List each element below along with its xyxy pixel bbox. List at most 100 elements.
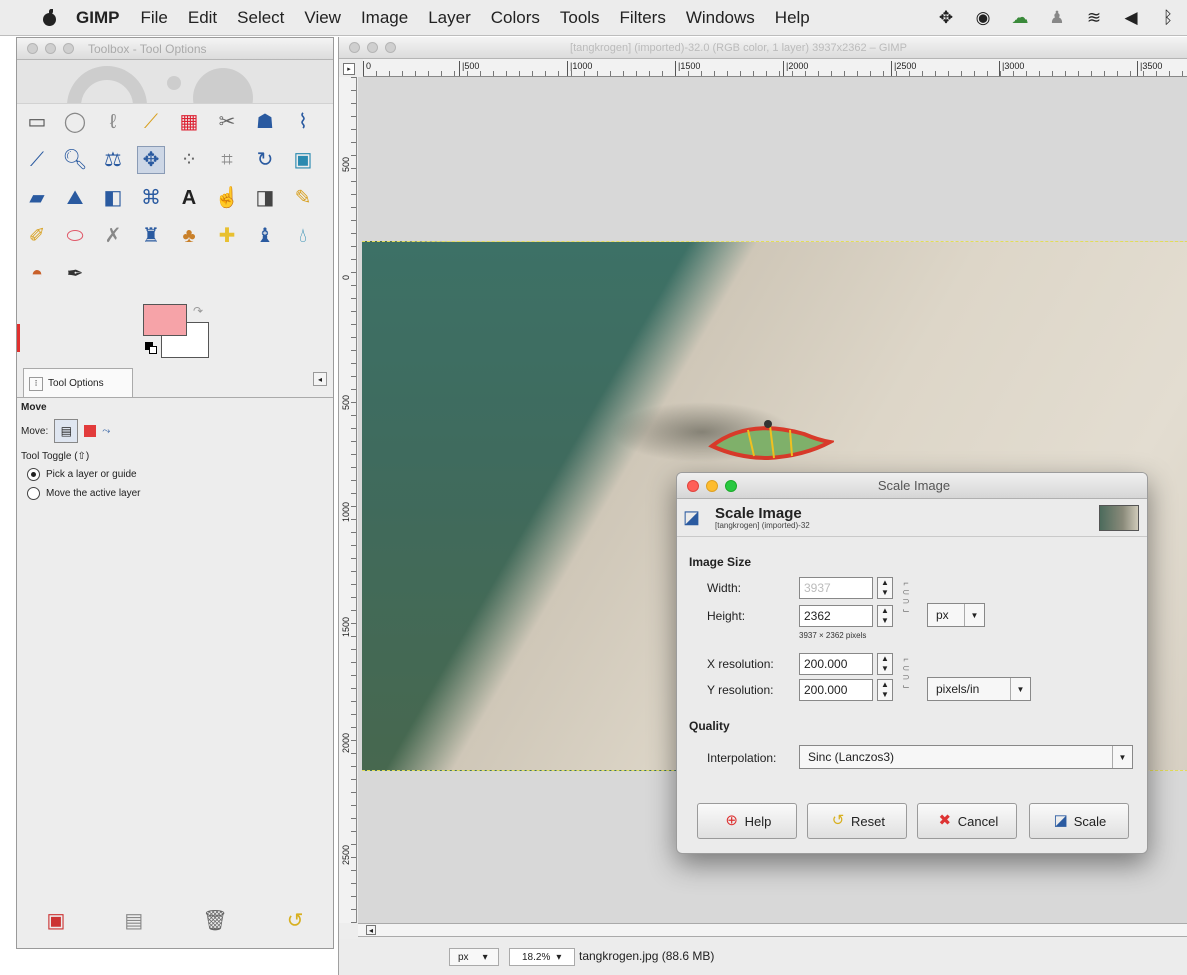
move-selection-mode-icon[interactable] (84, 425, 97, 437)
text-tool-icon[interactable]: A (175, 184, 203, 212)
perspective-clone-icon[interactable]: ♝ (251, 222, 279, 250)
pencil-icon[interactable]: ✎ (289, 184, 317, 212)
move-layer-mode-icon[interactable]: ▤ (54, 419, 79, 443)
delete-options-icon[interactable]: 🗑︎ (202, 908, 227, 933)
ruler-menu-icon[interactable]: ▸ (343, 63, 355, 75)
tab-tool-options[interactable]: ⁝ Tool Options (23, 368, 133, 398)
minimize-icon[interactable] (45, 43, 56, 54)
perspective-icon[interactable]: ⛰ (61, 184, 89, 212)
y-resolution-spin[interactable]: ▲ ▼ (877, 679, 893, 701)
airbrush-icon[interactable]: ✗ (99, 222, 127, 250)
fuzzy-select-icon[interactable]: ⟋ (137, 108, 165, 136)
menu-select[interactable]: Select (237, 8, 284, 28)
move-path-mode-icon[interactable]: ⤳ (102, 426, 110, 437)
zoom-icon[interactable] (725, 479, 737, 492)
crop-icon[interactable]: ⌗ (213, 146, 241, 174)
menu-image[interactable]: Image (361, 8, 408, 28)
dodge-burn-icon[interactable]: ✒ (61, 260, 89, 288)
help-button[interactable]: ⊕ Help (697, 803, 797, 839)
tab-menu-icon[interactable]: ◂ (313, 372, 327, 386)
paintbrush-icon[interactable]: ✐ (23, 222, 51, 250)
menu-view[interactable]: View (304, 8, 341, 28)
bell-icon[interactable]: ♟ (1048, 8, 1066, 28)
scissors-icon[interactable]: ✂ (213, 108, 241, 136)
align-icon[interactable]: ⁘ (175, 146, 203, 174)
height-spin[interactable]: ▲ ▼ (877, 605, 893, 627)
reset-button[interactable]: ↺ Reset (807, 803, 907, 839)
fg-bg-colors[interactable]: ↷ (143, 304, 211, 360)
cloud-icon[interactable]: ☁ (1011, 8, 1029, 28)
color-select-icon[interactable]: ▦ (175, 108, 203, 136)
foreground-color-swatch[interactable] (143, 304, 187, 336)
horizontal-ruler[interactable]: 0 |500 |1000 |1500 |2000 |2500 |3000 |35… (363, 59, 1187, 77)
width-field[interactable]: 3937 (799, 577, 873, 599)
dropbox-icon[interactable]: ✥ (937, 8, 955, 28)
x-resolution-spin[interactable]: ▲ ▼ (877, 653, 893, 675)
menu-edit[interactable]: Edit (188, 8, 217, 28)
menu-help[interactable]: Help (775, 8, 810, 28)
zoom-icon[interactable] (385, 42, 396, 53)
cancel-button[interactable]: ✖ Cancel (917, 803, 1017, 839)
radio-move-active[interactable]: Move the active layer (27, 487, 141, 500)
apple-logo-icon[interactable] (40, 8, 62, 27)
bucket-fill-icon[interactable]: ☝ (213, 184, 241, 212)
close-icon[interactable] (687, 479, 699, 492)
heal-icon[interactable]: ✚ (213, 222, 241, 250)
blend-icon[interactable]: ◨ (251, 184, 279, 212)
scale-button[interactable]: ◪ Scale (1029, 803, 1129, 839)
eraser-icon[interactable]: ⬭ (61, 222, 89, 250)
rotate-icon[interactable]: ↻ (251, 146, 279, 174)
save-options-icon[interactable]: ▣ (47, 908, 66, 933)
shear-icon[interactable]: ▰ (23, 184, 51, 212)
vertical-ruler[interactable]: 500 0 500 1000 1500 2000 2500 (339, 77, 357, 923)
rect-select-icon[interactable]: ▭ (23, 108, 51, 136)
menu-tools[interactable]: Tools (560, 8, 600, 28)
smudge-icon[interactable]: ◓ (23, 260, 51, 288)
clone-icon[interactable]: ♣ (175, 222, 203, 250)
size-unit-select[interactable]: px ▼ (927, 603, 985, 627)
reset-options-icon[interactable]: ↺ (287, 908, 304, 933)
zoom-tool-icon[interactable]: 🔍︎ (61, 146, 89, 174)
dialog-titlebar[interactable]: Scale Image (677, 473, 1147, 499)
scroll-left-icon[interactable]: ◂ (366, 925, 376, 935)
menu-colors[interactable]: Colors (491, 8, 540, 28)
height-field[interactable]: 2362 (799, 605, 873, 627)
close-icon[interactable] (349, 42, 360, 53)
eye-icon[interactable]: ◉ (974, 8, 992, 28)
zoom-icon[interactable] (63, 43, 74, 54)
color-picker-icon[interactable]: ⟋ (23, 146, 51, 174)
radio-button[interactable] (27, 468, 40, 481)
scale-tool-icon[interactable]: ▣ (289, 146, 317, 174)
menu-windows[interactable]: Windows (686, 8, 755, 28)
flip-icon[interactable]: ◧ (99, 184, 127, 212)
wifi-icon[interactable]: ≋ (1085, 8, 1103, 28)
menu-filters[interactable]: Filters (620, 8, 666, 28)
x-resolution-field[interactable]: 200.000 (799, 653, 873, 675)
ellipse-select-icon[interactable]: ◯ (61, 108, 89, 136)
speaker-icon[interactable]: ◀ (1122, 8, 1140, 28)
close-icon[interactable] (27, 43, 38, 54)
measure-icon[interactable]: ⚖ (99, 146, 127, 174)
unit-select[interactable]: px ▾ (449, 948, 499, 966)
move-tool-icon[interactable]: ✥ (137, 146, 165, 174)
cage-icon[interactable]: ⌘ (137, 184, 165, 212)
blur-icon[interactable]: 💧︎ (289, 222, 317, 250)
swap-colors-icon[interactable]: ↷ (193, 304, 203, 318)
bluetooth-icon[interactable]: ᛒ (1159, 8, 1177, 28)
minimize-icon[interactable] (706, 479, 718, 492)
minimize-icon[interactable] (367, 42, 378, 53)
foreground-select-icon[interactable]: ☗ (251, 108, 279, 136)
horizontal-scrollbar[interactable]: ◂ (358, 923, 1187, 937)
zoom-select[interactable]: 18.2% ▾ (509, 948, 575, 966)
chain-link-icon[interactable]: ⌐ ⊂ ⊃ ⌙ (901, 655, 911, 691)
ink-icon[interactable]: ♜ (137, 222, 165, 250)
radio-button[interactable] (27, 487, 40, 500)
image-titlebar[interactable]: [tangkrogen] (imported)-32.0 (RGB color,… (339, 37, 1187, 59)
menu-layer[interactable]: Layer (428, 8, 471, 28)
free-select-icon[interactable]: ℓ (99, 108, 127, 136)
interpolation-select[interactable]: Sinc (Lanczos3) ▼ (799, 745, 1133, 769)
radio-pick-layer[interactable]: Pick a layer or guide (27, 468, 141, 481)
restore-options-icon[interactable]: ▤ (124, 908, 143, 933)
resolution-unit-select[interactable]: pixels/in ▼ (927, 677, 1031, 701)
menu-file[interactable]: File (140, 8, 167, 28)
